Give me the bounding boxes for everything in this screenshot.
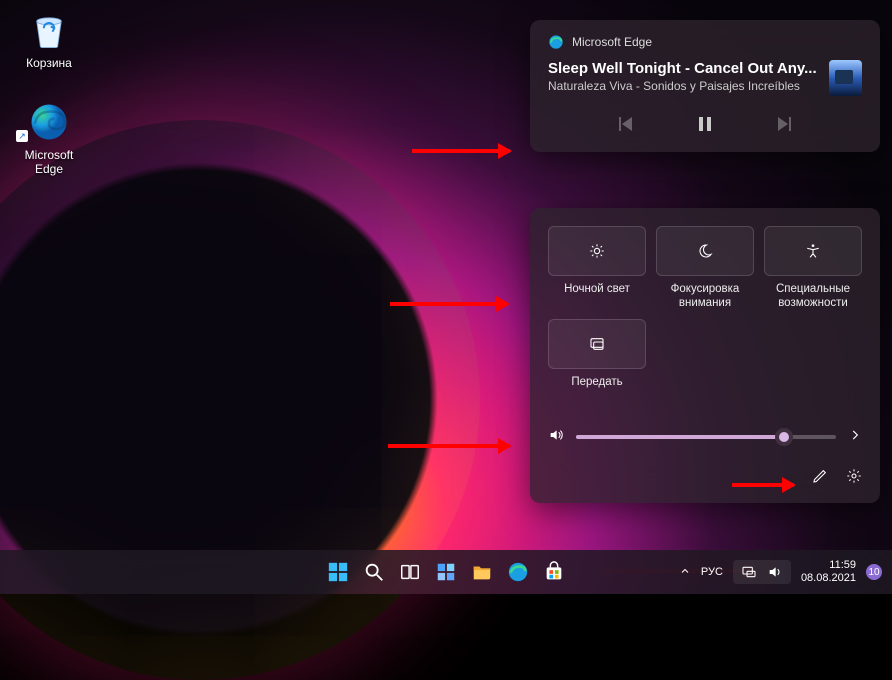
media-control-panel: Microsoft Edge Sleep Well Tonight - Canc… [530, 20, 880, 152]
quick-settings-panel: Ночной свет Фокусировка внимания Специал… [530, 208, 880, 503]
desktop-icon-recycle-bin[interactable]: Корзина [10, 8, 88, 70]
annotation-arrow [388, 444, 510, 448]
previous-track-button[interactable] [615, 114, 635, 134]
language-indicator[interactable]: РУС [701, 566, 723, 578]
speaker-icon [548, 427, 564, 443]
desktop-icon-label: Microsoft Edge [10, 148, 88, 176]
taskbar-clock[interactable]: 11:59 08.08.2021 [801, 559, 856, 584]
taskbar: РУС 11:59 08.08.2021 10 [0, 550, 892, 594]
pause-icon [695, 114, 715, 134]
qs-tile-accessibility: Специальные возможности [764, 226, 862, 311]
file-explorer-button[interactable] [467, 557, 497, 587]
search-icon [363, 561, 385, 583]
annotation-arrow [412, 149, 510, 153]
media-source-app: Microsoft Edge [572, 35, 652, 49]
widgets-icon [435, 561, 457, 583]
next-track-button[interactable] [775, 114, 795, 134]
store-icon [543, 561, 565, 583]
night-light-button[interactable] [548, 226, 646, 276]
start-button[interactable] [323, 557, 353, 587]
annotation-arrow [732, 483, 794, 487]
speaker-icon [767, 564, 783, 580]
taskbar-tray: РУС 11:59 08.08.2021 10 [679, 559, 892, 584]
cast-icon [589, 336, 605, 352]
media-title: Sleep Well Tonight - Cancel Out Any... [548, 60, 817, 77]
folder-icon [471, 561, 493, 583]
chevron-up-icon [679, 565, 691, 577]
play-pause-button[interactable] [695, 114, 715, 134]
search-button[interactable] [359, 557, 389, 587]
annotation-arrow [390, 302, 508, 306]
pencil-icon [812, 468, 828, 484]
edge-taskbar-button[interactable] [503, 557, 533, 587]
volume-slider-thumb[interactable] [775, 428, 793, 446]
widgets-button[interactable] [431, 557, 461, 587]
skip-previous-icon [615, 114, 635, 134]
cast-button[interactable] [548, 319, 646, 369]
task-view-button[interactable] [395, 557, 425, 587]
chevron-right-icon [848, 428, 862, 442]
accessibility-icon [805, 243, 821, 259]
taskbar-time: 11:59 [801, 559, 856, 572]
volume-slider-fill [576, 435, 784, 439]
tray-chevron-button[interactable] [679, 565, 691, 580]
notification-badge[interactable]: 10 [866, 564, 882, 580]
network-icon [741, 564, 757, 580]
brightness-icon [589, 243, 605, 259]
qs-label: Фокусировка внимания [656, 282, 754, 311]
volume-slider[interactable] [576, 435, 836, 439]
shortcut-overlay-icon: ↗ [16, 130, 28, 142]
settings-button[interactable] [846, 468, 862, 489]
taskbar-center [323, 557, 569, 587]
qs-label: Передать [548, 375, 646, 403]
gear-icon [846, 468, 862, 484]
moon-icon [697, 243, 713, 259]
qs-tile-night-light: Ночной свет [548, 226, 646, 311]
store-button[interactable] [539, 557, 569, 587]
qs-tile-cast: Передать [548, 319, 646, 403]
taskbar-date: 08.08.2021 [801, 572, 856, 585]
skip-next-icon [775, 114, 795, 134]
recycle-bin-icon [28, 9, 70, 51]
desktop-icon-label: Корзина [10, 56, 88, 70]
focus-assist-button[interactable] [656, 226, 754, 276]
qs-label: Ночной свет [548, 282, 646, 310]
qs-tile-focus-assist: Фокусировка внимания [656, 226, 754, 311]
qs-label: Специальные возможности [764, 282, 862, 311]
accessibility-button[interactable] [764, 226, 862, 276]
media-artist: Naturaleza Viva - Sonidos y Paisajes Inc… [548, 79, 817, 95]
media-thumbnail [829, 60, 862, 96]
edge-icon [548, 34, 564, 50]
edge-icon [507, 561, 529, 583]
volume-icon[interactable] [548, 427, 564, 448]
edge-icon [28, 101, 70, 143]
task-view-icon [399, 561, 421, 583]
volume-expand-button[interactable] [848, 428, 862, 447]
edit-quick-settings-button[interactable] [812, 468, 828, 489]
system-tray-group[interactable] [733, 560, 791, 584]
windows-logo-icon [327, 561, 349, 583]
